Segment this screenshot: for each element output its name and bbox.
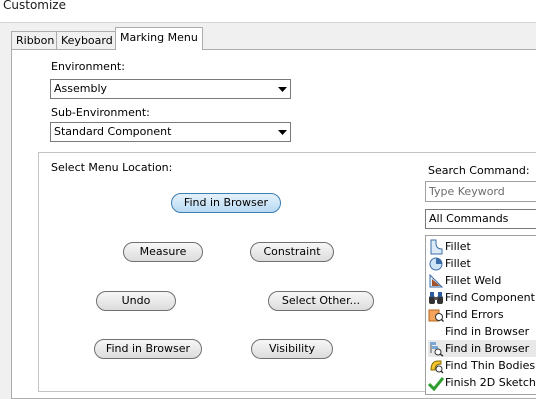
command-label: Fillet Weld	[445, 274, 502, 287]
fillet-weld-icon	[428, 273, 444, 289]
command-label: Finish 2D Sketch	[445, 376, 536, 389]
command-label: Find in Browser	[445, 342, 530, 355]
fillet-icon	[428, 239, 444, 255]
environment-label: Environment:	[51, 60, 125, 73]
window-title: Customize	[3, 0, 66, 12]
thin-bodies-icon	[428, 358, 444, 374]
tab-keyboard[interactable]: Keyboard	[56, 31, 118, 49]
command-label: Fillet	[445, 257, 471, 270]
command-list-item[interactable]: Find Component	[428, 289, 536, 306]
menu-location-southeast-button[interactable]: Visibility	[251, 339, 333, 359]
command-list-item[interactable]: Fillet	[428, 238, 536, 255]
title-bar: Customize	[0, 0, 536, 23]
find-in-browser-icon	[428, 341, 444, 357]
command-list-item[interactable]: Fillet	[428, 255, 536, 272]
command-list[interactable]: Fillet Fillet Fillet Weld Find Component…	[425, 235, 536, 395]
menu-location-northeast-button[interactable]: Constraint	[250, 242, 334, 262]
tab-ribbon[interactable]: Ribbon	[11, 31, 60, 49]
menu-location-southwest-button[interactable]: Find in Browser	[94, 339, 202, 359]
command-list-item[interactable]: Finish 2D Sketch	[428, 374, 536, 391]
command-list-item[interactable]: Find Errors	[428, 306, 536, 323]
search-command-label: Search Command:	[428, 164, 530, 177]
command-label: Find Thin Bodies	[445, 359, 536, 372]
chevron-down-icon	[277, 80, 287, 98]
command-list-item[interactable]: Find in Browser	[428, 340, 536, 357]
command-filter-dropdown[interactable]: All Commands	[425, 209, 536, 229]
command-label: Find Errors	[445, 308, 504, 321]
command-list-item[interactable]: Find Thin Bodies	[428, 357, 536, 374]
command-list-item[interactable]: Fillet Weld	[428, 272, 536, 289]
sub-environment-dropdown[interactable]: Standard Component	[50, 122, 291, 142]
command-filter-value: All Commands	[429, 212, 509, 225]
command-list-item[interactable]: Find in Browser	[428, 323, 536, 340]
find-errors-icon	[428, 307, 444, 323]
sub-environment-value: Standard Component	[54, 125, 172, 138]
tab-label: Ribbon	[16, 34, 55, 47]
command-label: Find Component	[445, 291, 535, 304]
binoculars-icon	[428, 290, 444, 306]
sub-environment-label: Sub-Environment:	[51, 106, 150, 119]
menu-location-north-button[interactable]: Find in Browser	[171, 193, 281, 213]
menu-location-west-button[interactable]: Undo	[96, 291, 176, 311]
tab-marking-menu[interactable]: Marking Menu	[115, 27, 203, 50]
checkmark-icon	[428, 375, 444, 391]
fillet-variant-icon	[428, 256, 444, 272]
menu-location-east-button[interactable]: Select Other...	[268, 291, 374, 311]
environment-dropdown[interactable]: Assembly	[50, 79, 291, 99]
menu-location-label: Select Menu Location:	[51, 161, 173, 174]
chevron-down-icon	[277, 123, 287, 141]
tab-label: Marking Menu	[120, 31, 198, 44]
environment-value: Assembly	[54, 82, 108, 95]
menu-location-northwest-button[interactable]: Measure	[123, 242, 203, 262]
command-label: Find in Browser	[445, 325, 530, 338]
search-input[interactable]	[429, 183, 536, 200]
command-label: Fillet	[445, 240, 471, 253]
tab-label: Keyboard	[61, 34, 113, 47]
search-keyword-field[interactable]	[425, 181, 536, 202]
